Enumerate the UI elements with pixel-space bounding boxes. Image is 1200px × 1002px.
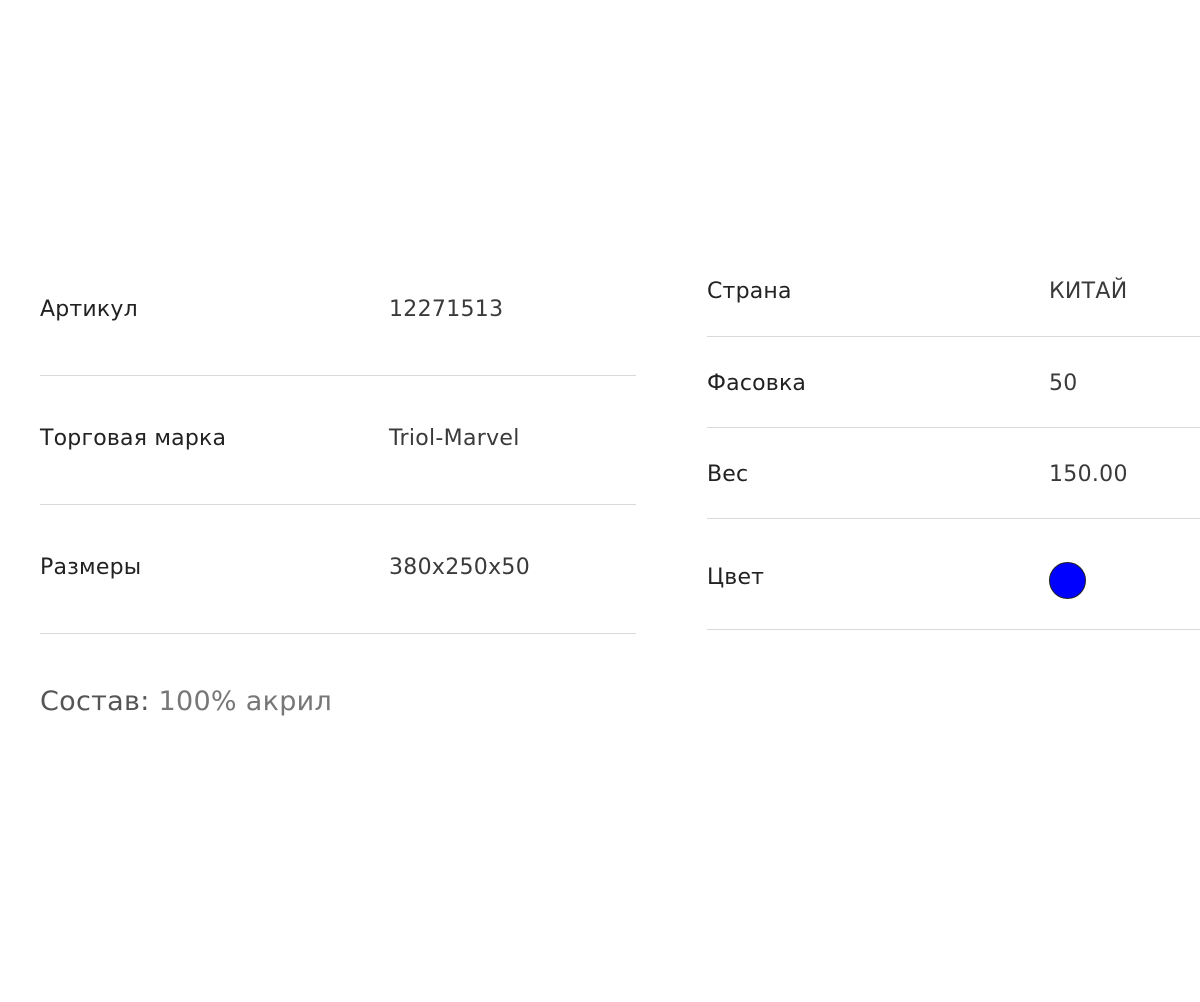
spec-value: 380x250x50	[389, 555, 531, 580]
spec-label: Вес	[707, 462, 749, 487]
spec-row-brand: Торговая марка Triol-Marvel	[40, 376, 636, 505]
specs-table-right: Страна КИТАЙ Фасовка 50 Вес 150.00 Цвет	[707, 246, 1200, 630]
spec-row-color: Цвет	[707, 519, 1200, 630]
spec-label: Размеры	[40, 555, 142, 580]
spec-row-dimensions: Размеры 380x250x50	[40, 505, 636, 634]
spec-value: 150.00	[1049, 462, 1128, 487]
spec-row-packaging: Фасовка 50	[707, 337, 1200, 428]
spec-value: 12271513	[389, 297, 504, 322]
composition: Состав: 100% акрил	[40, 686, 332, 717]
specs-table-left: Артикул 12271513 Торговая марка Triol-Ma…	[40, 246, 636, 634]
spec-label: Фасовка	[707, 371, 807, 396]
composition-value: 100% акрил	[158, 686, 333, 717]
spec-value: Triol-Marvel	[389, 426, 520, 451]
spec-row-country: Страна КИТАЙ	[707, 246, 1200, 337]
spec-label: Торговая марка	[40, 426, 227, 451]
spec-value: 50	[1049, 371, 1078, 396]
spec-row-article: Артикул 12271513	[40, 246, 636, 376]
spec-label: Страна	[707, 279, 792, 304]
spec-label: Артикул	[40, 297, 138, 322]
composition-label: Состав:	[40, 686, 150, 717]
color-swatch	[1049, 562, 1086, 599]
spec-value: КИТАЙ	[1049, 279, 1128, 304]
spec-row-weight: Вес 150.00	[707, 428, 1200, 519]
spec-label: Цвет	[707, 565, 765, 590]
